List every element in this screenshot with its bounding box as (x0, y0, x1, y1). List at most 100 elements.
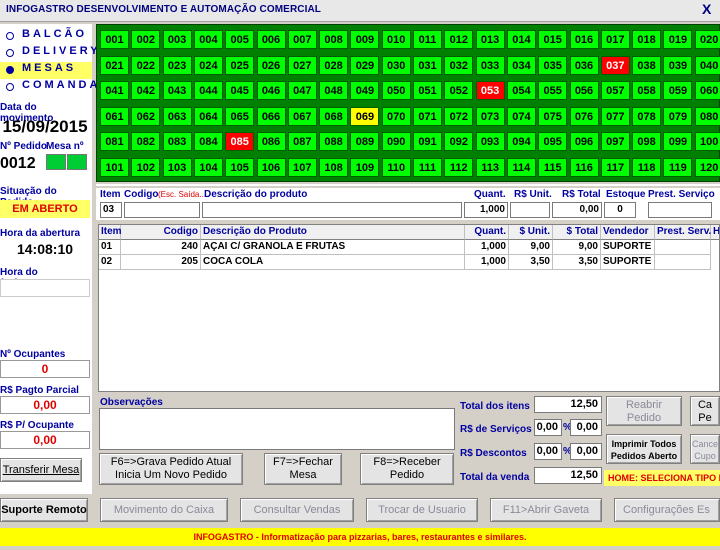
table-button[interactable]: 069 (350, 106, 380, 126)
table-button[interactable]: 049 (350, 81, 380, 100)
table-button[interactable]: 011 (413, 30, 442, 49)
table-button[interactable]: 082 (131, 132, 161, 151)
table-button[interactable]: 037 (600, 55, 630, 75)
table-button[interactable]: 118 (632, 157, 662, 177)
table-button[interactable]: 055 (538, 81, 568, 100)
table-button[interactable]: 052 (444, 81, 474, 100)
table-button[interactable]: 001 (100, 30, 129, 49)
table-button[interactable]: 094 (506, 132, 536, 151)
table-button[interactable]: 025 (225, 55, 255, 75)
prest-input[interactable] (648, 202, 712, 218)
table-button[interactable]: 044 (193, 81, 223, 100)
table-button[interactable]: 064 (193, 106, 223, 126)
table-button[interactable]: 008 (319, 30, 349, 49)
table-cell[interactable]: 1,000 (465, 255, 509, 270)
mode-mesas[interactable]: MESAS (0, 62, 92, 79)
table-button[interactable]: 080 (694, 106, 720, 126)
table-button[interactable]: 076 (569, 106, 599, 126)
table-button[interactable]: 081 (100, 132, 129, 151)
table-button[interactable]: 110 (381, 157, 411, 177)
item-field[interactable]: 03 (100, 202, 122, 218)
col-unit[interactable]: $ Unit. (509, 225, 553, 240)
table-button[interactable]: 105 (225, 157, 255, 177)
table-button[interactable]: 074 (506, 106, 536, 126)
table-button[interactable]: 116 (569, 157, 599, 177)
table-cell[interactable]: 1,000 (465, 240, 509, 255)
table-button[interactable]: 115 (538, 157, 568, 177)
col-quant[interactable]: Quant. (465, 225, 509, 240)
mode-balcao[interactable]: BALCÃO (0, 28, 92, 45)
table-button[interactable]: 007 (287, 30, 317, 49)
table-button[interactable]: 033 (475, 55, 505, 75)
col-total[interactable]: $ Total (553, 225, 601, 240)
col-desc[interactable]: Descrição do Produto (201, 225, 465, 240)
table-button[interactable]: 039 (663, 55, 693, 75)
table-button[interactable]: 104 (193, 157, 223, 177)
servicos-val[interactable]: 0,00 (570, 419, 602, 436)
table-button[interactable]: 018 (632, 30, 662, 49)
table-button[interactable]: 030 (381, 55, 411, 75)
suporte-remoto-button[interactable]: Suporte Remoto (0, 498, 88, 522)
table-button[interactable]: 083 (162, 132, 192, 151)
table-button[interactable]: 066 (256, 106, 286, 126)
table-button[interactable]: 091 (413, 132, 442, 151)
table-button[interactable]: 079 (663, 106, 693, 126)
p-ocupante-field[interactable]: 0,00 (0, 431, 90, 449)
table-button[interactable]: 087 (287, 132, 317, 151)
table-button[interactable]: 112 (444, 157, 474, 177)
mode-comanda[interactable]: COMANDA (0, 79, 97, 96)
table-cell[interactable]: AÇAI C/ GRANOLA E FRUTAS (201, 240, 465, 255)
table-button[interactable]: 108 (319, 157, 349, 177)
table-button[interactable]: 070 (381, 106, 411, 126)
table-button[interactable]: 092 (444, 132, 474, 151)
table-cell[interactable]: 205 (121, 255, 201, 270)
table-button[interactable]: 056 (569, 81, 599, 100)
table-button[interactable]: 063 (162, 106, 192, 126)
cancelar-pedido-button[interactable]: Ca Pe (690, 396, 720, 426)
f8-receber-pedido-button[interactable]: F8=>Receber Pedido (360, 453, 454, 485)
table-button[interactable]: 019 (663, 30, 693, 49)
transferir-mesa-button[interactable]: Transferir Mesa (0, 458, 82, 482)
unit-input[interactable] (510, 202, 550, 218)
table-button[interactable]: 047 (287, 81, 317, 100)
table-button[interactable]: 024 (193, 55, 223, 75)
imprimir-pedidos-button[interactable]: Imprimir Todos Pedidos Aberto (606, 434, 682, 464)
total-input[interactable]: 0,00 (552, 202, 602, 218)
table-button[interactable]: 059 (663, 81, 693, 100)
col-codigo[interactable]: Codigo (121, 225, 201, 240)
table-button[interactable]: 005 (225, 30, 255, 49)
table-cell[interactable]: 3,50 (553, 255, 601, 270)
table-button[interactable]: 062 (131, 106, 161, 126)
table-button[interactable]: 051 (413, 81, 442, 100)
table-button[interactable]: 065 (225, 106, 255, 126)
f7-fechar-mesa-button[interactable]: F7=>Fechar Mesa (264, 453, 342, 485)
trocar-usuario-button[interactable]: Trocar de Usuario (366, 498, 478, 522)
table-button[interactable]: 048 (319, 81, 349, 100)
table-button[interactable]: 119 (663, 157, 693, 177)
table-button[interactable]: 043 (162, 81, 192, 100)
col-item[interactable]: Item (99, 225, 122, 240)
table-button[interactable]: 111 (413, 157, 442, 177)
codigo-input[interactable] (124, 202, 200, 218)
close-icon[interactable]: X (702, 1, 716, 19)
table-cell[interactable] (655, 240, 711, 255)
table-button[interactable]: 099 (663, 132, 693, 151)
table-button[interactable]: 012 (444, 30, 474, 49)
table-button[interactable]: 073 (475, 106, 505, 126)
table-button[interactable]: 023 (162, 55, 192, 75)
table-button[interactable]: 072 (444, 106, 474, 126)
table-button[interactable]: 120 (694, 157, 720, 177)
table-cell[interactable]: 02 (99, 255, 121, 270)
descontos-val[interactable]: 0,00 (570, 443, 602, 460)
table-button[interactable]: 054 (506, 81, 536, 100)
obs-textarea[interactable] (99, 408, 455, 450)
table-button[interactable]: 100 (694, 132, 720, 151)
pago-field[interactable]: 0,00 (0, 396, 90, 414)
abrir-gaveta-button[interactable]: F11>Abrir Gaveta (490, 498, 602, 522)
table-button[interactable]: 117 (600, 157, 630, 177)
table-button[interactable]: 041 (100, 81, 129, 100)
table-button[interactable]: 040 (694, 55, 720, 75)
table-button[interactable]: 095 (538, 132, 568, 151)
table-button[interactable]: 004 (193, 30, 223, 49)
table-button[interactable]: 002 (131, 30, 161, 49)
